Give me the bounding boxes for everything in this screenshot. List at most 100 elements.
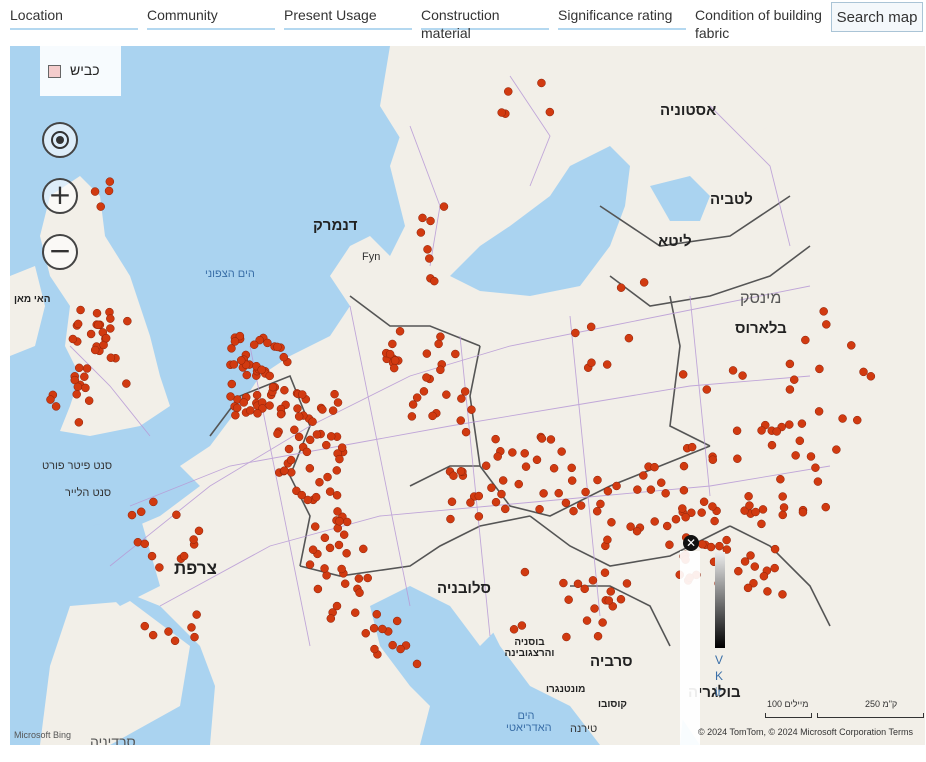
location-marker[interactable] (456, 467, 466, 476)
location-marker[interactable] (105, 177, 115, 186)
location-marker[interactable] (86, 329, 96, 339)
location-marker[interactable] (148, 630, 158, 640)
location-marker[interactable] (603, 535, 612, 545)
location-marker[interactable] (293, 404, 302, 413)
location-marker[interactable] (101, 333, 111, 343)
location-marker[interactable] (559, 578, 568, 588)
location-marker[interactable] (622, 579, 632, 588)
location-marker[interactable] (699, 497, 709, 507)
location-marker[interactable] (770, 563, 779, 573)
location-marker[interactable] (395, 327, 405, 336)
location-marker[interactable] (305, 464, 315, 473)
location-marker[interactable] (687, 442, 697, 452)
location-marker[interactable] (593, 631, 603, 641)
location-marker[interactable] (123, 316, 132, 326)
location-marker[interactable] (679, 486, 689, 495)
location-marker[interactable] (428, 411, 437, 421)
location-marker[interactable] (313, 584, 323, 594)
location-marker[interactable] (767, 440, 777, 450)
location-marker[interactable] (474, 512, 484, 521)
location-marker[interactable] (419, 387, 429, 396)
location-marker[interactable] (598, 618, 607, 627)
location-marker[interactable] (798, 508, 808, 517)
location-marker[interactable] (422, 373, 431, 382)
location-marker[interactable] (758, 505, 768, 514)
location-marker[interactable] (806, 452, 816, 461)
location-marker[interactable] (498, 476, 508, 485)
location-marker[interactable] (596, 499, 605, 509)
location-marker[interactable] (815, 364, 824, 374)
location-marker[interactable] (497, 489, 506, 499)
location-marker[interactable] (514, 479, 523, 489)
location-marker[interactable] (320, 533, 330, 543)
location-marker[interactable] (170, 636, 180, 646)
location-marker[interactable] (396, 644, 405, 654)
location-marker[interactable] (593, 475, 602, 485)
location-marker[interactable] (481, 461, 491, 471)
location-marker[interactable] (74, 418, 84, 427)
location-marker[interactable] (722, 535, 731, 545)
location-marker[interactable] (759, 571, 769, 581)
location-marker[interactable] (426, 216, 435, 226)
location-marker[interactable] (564, 595, 573, 604)
location-marker[interactable] (750, 562, 760, 571)
location-marker[interactable] (785, 420, 794, 429)
location-marker[interactable] (73, 319, 83, 329)
location-marker[interactable] (140, 539, 150, 549)
location-marker[interactable] (852, 415, 862, 425)
location-marker[interactable] (363, 573, 372, 583)
location-marker[interactable] (320, 564, 329, 573)
location-marker[interactable] (189, 535, 198, 544)
location-marker[interactable] (93, 320, 103, 330)
location-marker[interactable] (335, 516, 344, 526)
location-marker[interactable] (308, 417, 317, 426)
location-marker[interactable] (442, 390, 451, 399)
location-marker[interactable] (587, 358, 596, 367)
location-marker[interactable] (265, 401, 274, 410)
location-marker[interactable] (501, 504, 510, 514)
location-marker[interactable] (662, 521, 672, 531)
location-marker[interactable] (72, 390, 81, 399)
location-marker[interactable] (461, 427, 471, 437)
location-marker[interactable] (323, 472, 332, 482)
location-marker[interactable] (590, 604, 599, 613)
location-marker[interactable] (446, 514, 455, 524)
location-marker[interactable] (456, 416, 465, 425)
location-marker[interactable] (728, 366, 738, 375)
location-marker[interactable] (757, 519, 766, 529)
location-marker[interactable] (359, 544, 368, 554)
location-marker[interactable] (708, 502, 717, 511)
location-marker[interactable] (751, 507, 760, 517)
location-marker[interactable] (650, 517, 659, 526)
location-marker[interactable] (187, 623, 196, 632)
popup-close-button[interactable]: ✕ (683, 535, 699, 551)
location-marker[interactable] (582, 616, 592, 625)
location-marker[interactable] (268, 382, 278, 392)
location-marker[interactable] (624, 333, 634, 343)
location-marker[interactable] (600, 568, 610, 577)
location-marker[interactable] (832, 445, 841, 454)
location-marker[interactable] (310, 522, 320, 531)
location-marker[interactable] (698, 540, 707, 549)
location-marker[interactable] (325, 543, 335, 553)
location-marker[interactable] (715, 541, 724, 551)
location-marker[interactable] (697, 508, 706, 517)
location-marker[interactable] (335, 454, 344, 464)
location-marker[interactable] (378, 624, 387, 634)
location-marker[interactable] (390, 356, 400, 365)
location-marker[interactable] (813, 477, 823, 486)
location-marker[interactable] (607, 518, 616, 527)
location-marker[interactable] (136, 507, 146, 517)
location-marker[interactable] (90, 345, 100, 355)
location-marker[interactable] (389, 363, 399, 373)
location-marker[interactable] (656, 478, 666, 487)
location-marker[interactable] (821, 502, 831, 512)
location-marker[interactable] (487, 483, 496, 492)
location-marker[interactable] (334, 540, 344, 550)
location-marker[interactable] (678, 504, 687, 513)
location-marker[interactable] (504, 87, 513, 96)
location-marker[interactable] (449, 471, 458, 480)
location-marker[interactable] (557, 447, 566, 456)
location-marker[interactable] (744, 492, 753, 501)
location-marker[interactable] (305, 560, 315, 569)
